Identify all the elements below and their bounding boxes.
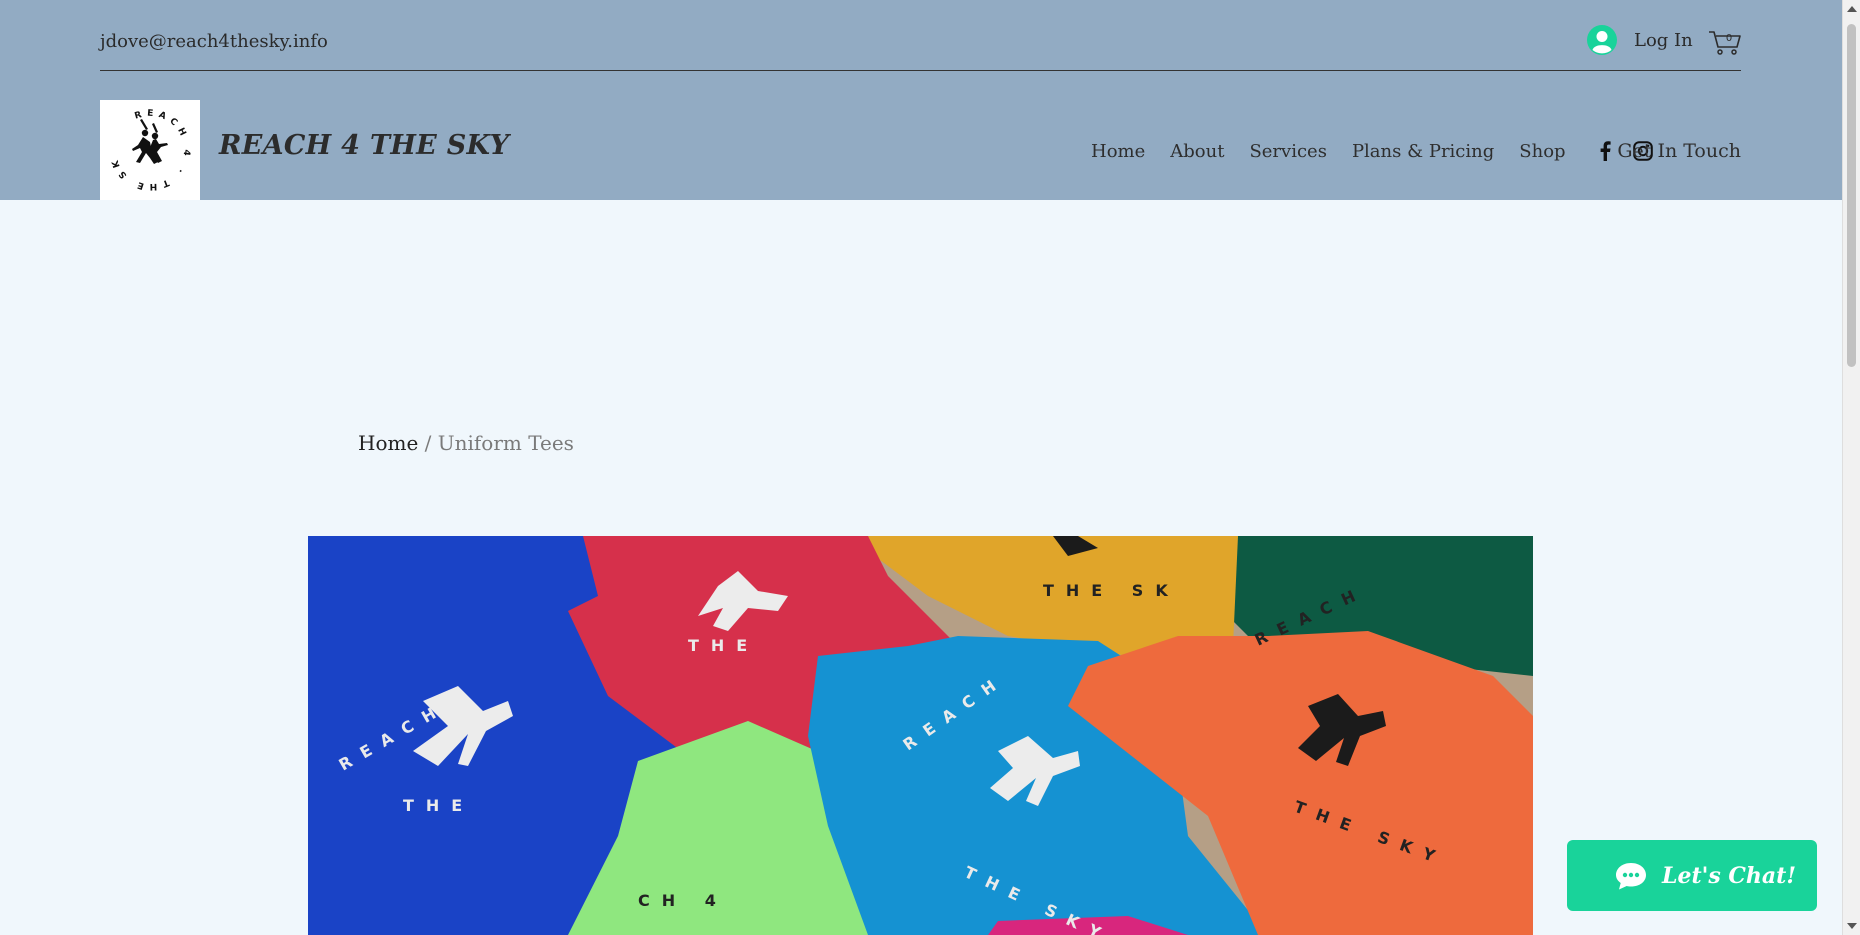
chat-button[interactable]: Let's Chat! (1567, 840, 1817, 911)
scroll-down-arrow-icon[interactable] (1847, 923, 1857, 929)
scroll-up-arrow-icon[interactable] (1847, 6, 1857, 12)
main-nav: Home About Services Plans & Pricing Shop (1091, 140, 1670, 162)
nav-about[interactable]: About (1170, 141, 1224, 162)
breadcrumb-separator: / (418, 431, 438, 455)
product-image[interactable]: REACH THE THE REACH THE SKY REACH THE SK… (308, 536, 1533, 935)
logo-mark: REACH 4 · THE SKY · (93, 93, 186, 191)
nav-shop[interactable]: Shop (1519, 141, 1565, 162)
chat-label: Let's Chat! (1662, 862, 1796, 889)
svg-text:THE: THE (403, 796, 474, 815)
login-button[interactable]: Log In (1587, 25, 1693, 55)
chat-bubble-icon (1616, 862, 1646, 889)
cart-count: 0 (1726, 33, 1732, 44)
brand-name[interactable]: REACH 4 THE SKY (219, 130, 509, 161)
facebook-icon[interactable] (1594, 140, 1616, 162)
user-avatar-icon (1587, 25, 1617, 55)
site-header: jdove@reach4thesky.info Log In 0 REACH 4… (0, 0, 1842, 200)
header-email-link[interactable]: jdove@reach4thesky.info (100, 31, 328, 52)
tshirts-photo: REACH THE THE REACH THE SKY REACH THE SK… (308, 536, 1533, 935)
login-label: Log In (1634, 29, 1693, 51)
header-divider (100, 70, 1741, 71)
svg-text:THE: THE (688, 636, 759, 655)
site-logo[interactable]: REACH 4 · THE SKY · (93, 93, 200, 200)
nav-home[interactable]: Home (1091, 141, 1145, 162)
cart-button[interactable]: 0 (1708, 26, 1742, 56)
nav-services[interactable]: Services (1249, 141, 1326, 162)
page-scrollbar[interactable] (1842, 0, 1860, 935)
svg-text:THE SK: THE SK (1043, 581, 1180, 600)
cart-icon: 0 (1709, 31, 1741, 55)
breadcrumb: Home / Uniform Tees (358, 431, 574, 455)
nav-plans-pricing[interactable]: Plans & Pricing (1352, 141, 1494, 162)
breadcrumb-home[interactable]: Home (358, 431, 418, 455)
breadcrumb-current: Uniform Tees (437, 431, 574, 455)
get-in-touch-link[interactable]: Get In Touch (1617, 140, 1741, 162)
svg-text:CH 4: CH 4 (638, 891, 728, 910)
scrollbar-thumb[interactable] (1847, 24, 1856, 367)
